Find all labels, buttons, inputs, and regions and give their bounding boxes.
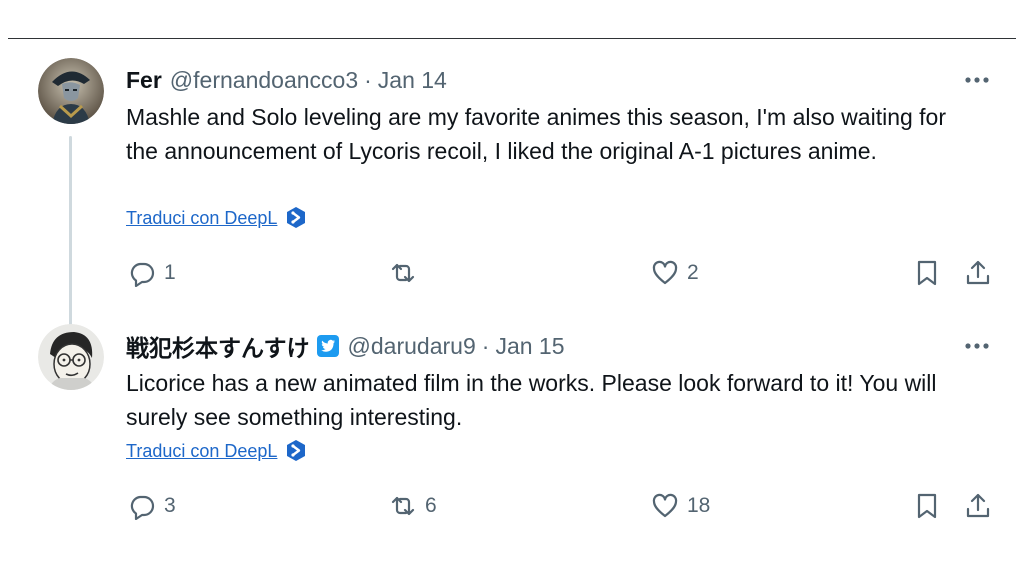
avatar[interactable] bbox=[38, 324, 104, 390]
translate-link[interactable]: Traduci con DeepL bbox=[126, 441, 277, 462]
user-handle[interactable]: @darudaru9 bbox=[348, 333, 476, 360]
repost-button[interactable]: 6 bbox=[389, 490, 437, 522]
tweet-date[interactable]: Jan 14 bbox=[378, 67, 447, 94]
reply-icon bbox=[128, 492, 156, 520]
tweet-text: Licorice has a new animated film in the … bbox=[126, 370, 937, 430]
bookmark-button[interactable] bbox=[913, 490, 941, 522]
like-button[interactable]: 18 bbox=[651, 490, 710, 522]
tweet-actions: 1 2 bbox=[0, 257, 1024, 289]
like-count: 2 bbox=[687, 261, 699, 284]
deepl-icon[interactable] bbox=[285, 439, 307, 463]
reply-count: 3 bbox=[164, 494, 176, 517]
separator-dot: · bbox=[364, 66, 372, 93]
heart-icon bbox=[651, 259, 679, 287]
share-icon bbox=[964, 259, 992, 287]
repost-icon bbox=[389, 492, 417, 520]
display-name[interactable]: 戦犯杉本すんすけ bbox=[126, 329, 310, 363]
bookmark-button[interactable] bbox=[913, 257, 941, 289]
tweet-header: 戦犯杉本すんすけ @darudaru9 · Jan 15 bbox=[126, 330, 565, 362]
repost-button[interactable] bbox=[389, 257, 425, 289]
tweet-header: Fer @fernandoancco3 · Jan 14 bbox=[126, 64, 447, 96]
tweet-text: Mashle and Solo leveling are my favorite… bbox=[126, 104, 947, 164]
user-handle[interactable]: @fernandoancco3 bbox=[170, 67, 358, 94]
translate-row: Traduci con DeepL bbox=[126, 206, 307, 230]
tweet-actions: 3 6 18 bbox=[0, 490, 1024, 522]
twitter-bird-verified-icon bbox=[316, 334, 340, 358]
avatar-image bbox=[38, 58, 104, 124]
translate-row: Traduci con DeepL bbox=[126, 439, 307, 463]
like-count: 18 bbox=[687, 494, 711, 517]
bookmark-icon bbox=[913, 259, 941, 287]
bookmark-icon bbox=[913, 492, 941, 520]
reply-button[interactable]: 3 bbox=[128, 490, 176, 522]
thread-connector-line bbox=[69, 136, 72, 326]
separator-dot: · bbox=[481, 332, 490, 359]
share-button[interactable] bbox=[964, 490, 992, 522]
more-horizontal-icon[interactable] bbox=[962, 336, 992, 356]
repost-icon bbox=[389, 259, 417, 287]
top-divider bbox=[8, 38, 1016, 39]
avatar[interactable] bbox=[38, 58, 104, 124]
like-button[interactable]: 2 bbox=[651, 257, 699, 289]
more-horizontal-icon[interactable] bbox=[962, 70, 992, 90]
tweet-date[interactable]: Jan 15 bbox=[495, 333, 564, 360]
display-name[interactable]: Fer bbox=[126, 67, 162, 94]
tweet-thread-screenshot: Fer @fernandoancco3 · Jan 14 Mashle and … bbox=[0, 0, 1024, 576]
share-icon bbox=[964, 492, 992, 520]
deepl-icon[interactable] bbox=[285, 206, 307, 230]
reply-count: 1 bbox=[164, 261, 176, 284]
reply-icon bbox=[128, 259, 156, 287]
avatar-image bbox=[38, 324, 104, 390]
heart-icon bbox=[651, 492, 679, 520]
translate-link[interactable]: Traduci con DeepL bbox=[126, 208, 277, 229]
share-button[interactable] bbox=[964, 257, 992, 289]
repost-count: 6 bbox=[425, 494, 437, 517]
reply-button[interactable]: 1 bbox=[128, 257, 176, 289]
